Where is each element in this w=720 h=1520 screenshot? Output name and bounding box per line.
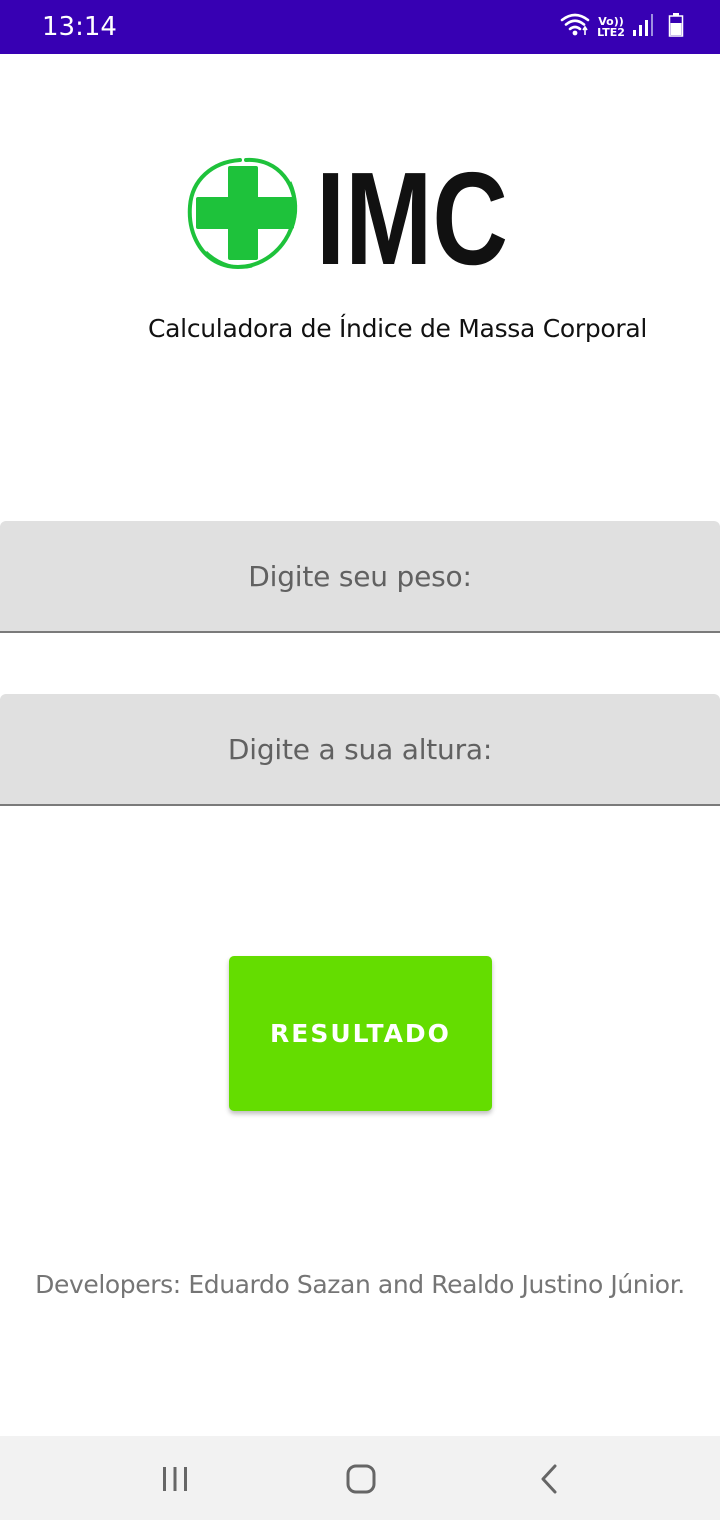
status-time: 13:14 [42,12,117,42]
medical-cross-icon [187,157,298,269]
result-button-label: RESULTADO [270,1019,451,1048]
height-input-placeholder: Digite a sua altura: [227,732,493,766]
status-icons: Vo)) LTE2 [560,10,684,44]
back-icon[interactable] [524,1454,574,1504]
logo-text: IMC [316,152,508,276]
battery-icon [668,12,684,43]
height-input[interactable]: Digite a sua altura: [0,694,720,806]
result-button[interactable]: RESULTADO [229,956,492,1111]
lte-icon: Vo)) LTE2 [597,15,625,39]
developer-credits: Developers: Eduardo Sazan and Realdo Jus… [35,1270,685,1299]
home-icon[interactable] [336,1454,386,1504]
imc-logo: IMC [186,145,516,292]
navigation-bar [0,1436,720,1520]
app-subtitle: Calculadora de Índice de Massa Corporal [148,314,648,343]
recent-apps-icon[interactable] [150,1454,200,1504]
signal-icon [632,13,654,42]
weight-input-placeholder: Digite seu peso: [248,559,472,593]
status-bar: 13:14 Vo)) LTE2 [0,0,720,54]
wifi-icon [560,12,590,43]
weight-input[interactable]: Digite seu peso: [0,521,720,633]
